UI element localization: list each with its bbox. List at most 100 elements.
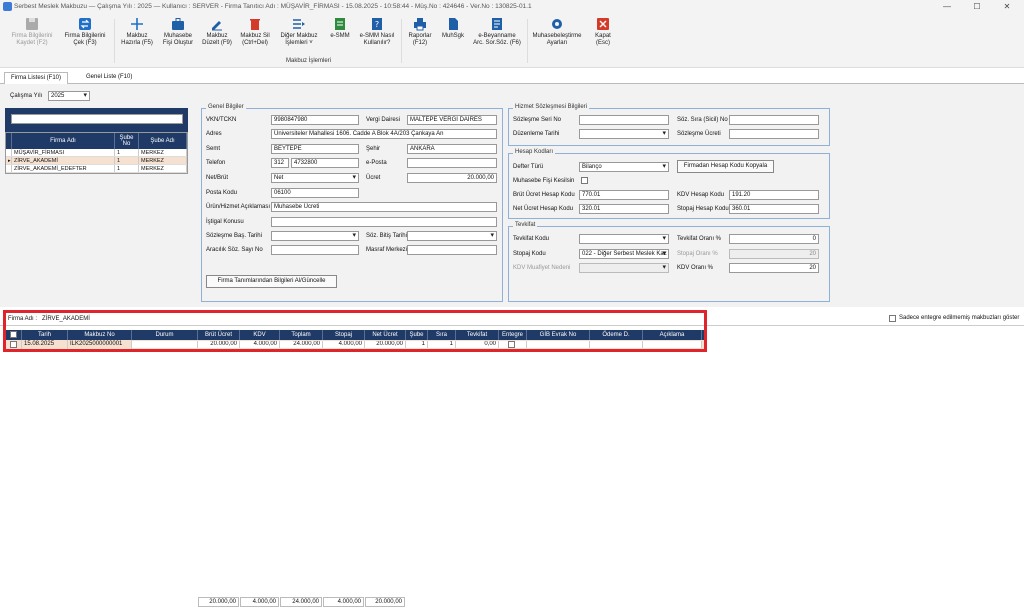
firma-grid: Firma Adı Şube No Şube Adı MÜŞAVİR_FİRMA… xyxy=(5,132,188,174)
ucret-label: Ücret xyxy=(366,175,381,181)
sozlesme-sira-input[interactable] xyxy=(729,115,819,125)
calisma-yili-label: Çalışma Yılı xyxy=(10,93,43,99)
toolbar-divider xyxy=(401,19,402,63)
col-sube-adi[interactable]: Şube Adı xyxy=(139,133,187,149)
muhasebe-ayar-label: Muhasebeleştirme Ayarları xyxy=(532,33,582,46)
vergi-dairesi-input[interactable]: MALTEPE VERGİ DAİRES xyxy=(407,115,497,125)
sozlesme-seri-input[interactable] xyxy=(579,115,669,125)
list-arrow-icon xyxy=(293,19,305,29)
stopaj-kodu-label: Stopaj Kodu xyxy=(513,251,546,257)
sozlesme-baslangic-select[interactable] xyxy=(271,231,359,241)
muhsgk-label: MuhSgk xyxy=(441,33,464,39)
form-icon xyxy=(492,18,502,30)
kapat-button[interactable]: Kapat (Esc) xyxy=(588,17,618,61)
hesap-kodu-kopyala-button[interactable]: Firmadan Hesap Kodu Kopyala xyxy=(677,160,774,173)
duzenleme-tarihi-label: Düzenleme Tarihi xyxy=(513,131,560,137)
semt-input[interactable]: BEYTEPE xyxy=(271,144,359,154)
table-row[interactable]: ZİRVE_AKADEMİ_EDEFTER 1 MERKEZ xyxy=(6,165,187,173)
net-brut-label: Net/Brüt xyxy=(206,175,229,181)
sozlesme-ucreti-input[interactable] xyxy=(729,129,819,139)
masraf-merkezi-input[interactable] xyxy=(407,245,497,255)
firma-cek-label: Firma Bilgilerini Çek (F3) xyxy=(64,33,106,46)
kdv-hesap-label: KDV Hesap Kodu xyxy=(677,192,725,198)
tab-firma-listesi[interactable]: Firma Listesi (F10) xyxy=(4,72,69,84)
esmm-button[interactable]: e-SMM xyxy=(326,17,354,61)
minimize-icon[interactable]: — xyxy=(932,1,962,12)
close-window-icon[interactable]: ✕ xyxy=(992,1,1022,12)
hesap-kodlari-legend: Hesap Kodları xyxy=(513,149,556,155)
brut-hesap-input[interactable]: 770.01 xyxy=(579,190,669,200)
makbuz-duzelt-label: Makbuz Düzelt (F9) xyxy=(202,33,232,46)
table-row-selected[interactable]: ▸ ZİRVE_AKADEMİ 1 MERKEZ xyxy=(6,157,187,165)
ebeyanname-label: e-Beyanname Arc. Sor.Söz. (F6) xyxy=(473,33,521,46)
net-brut-select[interactable]: Net xyxy=(271,173,359,183)
stopaj-orani-input: 20 xyxy=(729,249,819,259)
sozlesme-bitis-select[interactable] xyxy=(407,231,497,241)
kdv-orani-input[interactable]: 20 xyxy=(729,263,819,273)
refresh-icon xyxy=(79,18,91,30)
firma-search-input[interactable] xyxy=(11,114,183,124)
raporlar-label: Raporlar (F12) xyxy=(408,33,432,46)
app-icon xyxy=(3,2,12,11)
aracilik-sozlesme-input[interactable] xyxy=(271,245,359,255)
makbuz-sil-button[interactable]: Makbuz Sil (Ctrl+Del) xyxy=(236,17,274,61)
printer-icon xyxy=(414,18,426,31)
sozlesme-sira-label: Söz. Sıra (Sicil) No xyxy=(677,117,728,123)
muhasebe-ayar-button[interactable]: Muhasebeleştirme Ayarları xyxy=(529,17,585,61)
istigal-konusu-input[interactable] xyxy=(271,217,497,227)
firma-cek-button[interactable]: Firma Bilgilerini Çek (F3) xyxy=(60,17,110,61)
sozlesme-bitis-label: Söz. Bitiş Tarihi xyxy=(366,233,407,239)
makbuz-hazirla-button[interactable]: Makbuz Hazırla (F5) xyxy=(117,17,157,61)
makbuz-hazirla-label: Makbuz Hazırla (F5) xyxy=(121,33,153,46)
table-row[interactable]: MÜŞAVİR_FİRMASI 1 MERKEZ xyxy=(6,149,187,157)
window-title: Serbest Meslek Makbuzu — Çalışma Yılı : … xyxy=(14,3,532,10)
firma-bilgileri-al-button[interactable]: Firma Tanımlarından Bilgileri Al/Güncell… xyxy=(206,275,337,288)
sehir-label: Şehir xyxy=(366,146,381,152)
maximize-icon[interactable]: ☐ xyxy=(962,1,992,12)
tab-genel-liste[interactable]: Genel Liste (F10) xyxy=(80,72,138,84)
tevkifat-orani-input[interactable]: 0 xyxy=(729,234,819,244)
kdv-hesap-input[interactable]: 191.20 xyxy=(729,190,819,200)
firma-kaydet-button[interactable]: Firma Bilgilerini Kaydet (F2) xyxy=(6,17,58,61)
calisma-yili-select[interactable]: 2025 xyxy=(48,91,90,101)
adres-input[interactable]: Üniversiteler Mahallesi 1606. Cadde A Bl… xyxy=(271,129,497,139)
vkn-input[interactable]: 9980847980 xyxy=(271,115,359,125)
stopaj-kodu-select[interactable]: 022 - Diğer Serbest Meslek Kaz xyxy=(579,249,669,259)
tab-bar: Firma Listesi (F10) Genel Liste (F10) xyxy=(0,70,1024,84)
save-icon xyxy=(26,18,38,30)
raporlar-button[interactable]: Raporlar (F12) xyxy=(403,17,437,61)
defter-turu-select[interactable]: Bilanço xyxy=(579,162,669,172)
diger-islemler-button[interactable]: Diğer Makbuz İşlemleri ˅ xyxy=(275,17,323,61)
duzenleme-tarihi-select[interactable] xyxy=(579,129,669,139)
posta-kodu-input[interactable]: 06100 xyxy=(271,188,359,198)
esmm-nasil-label: e-SMM Nasıl Kullanılır? xyxy=(359,33,395,46)
adres-label: Adres xyxy=(206,131,222,137)
telefon-alan-kodu-input[interactable]: 312 xyxy=(271,158,289,168)
kapat-label: Kapat (Esc) xyxy=(595,33,611,46)
makbuz-duzelt-button[interactable]: Makbuz Düzelt (F9) xyxy=(199,17,235,61)
stopaj-hesap-input[interactable]: 360.01 xyxy=(729,204,819,214)
esmm-doc-icon xyxy=(335,18,345,30)
telefon-input[interactable]: 4732800 xyxy=(291,158,359,168)
muhasebe-fisi-kesilsin-checkbox[interactable] xyxy=(581,177,588,184)
muhasebe-fisi-kesilsin-label: Muhasebe Fişi Kesilsin xyxy=(513,178,575,184)
defter-turu-label: Defter Türü xyxy=(513,164,544,170)
sehir-input[interactable]: ANKARA xyxy=(407,144,497,154)
net-hesap-input[interactable]: 320.01 xyxy=(579,204,669,214)
tevkifat-kodu-select[interactable] xyxy=(579,234,669,244)
total-net: 20.000,00 xyxy=(365,597,405,607)
toolbar-divider xyxy=(527,19,528,63)
esmm-nasil-button[interactable]: ? e-SMM Nasıl Kullanılır? xyxy=(356,17,398,61)
urun-hizmet-input[interactable]: Muhasebe Ücreti xyxy=(271,202,497,212)
muhasebe-fisi-label: Muhasebe Fişi Oluştur xyxy=(162,33,194,46)
total-kdv: 4.000,00 xyxy=(240,597,279,607)
col-sube-no[interactable]: Şube No xyxy=(115,133,139,149)
ucret-input[interactable]: 20.000,00 xyxy=(407,173,497,183)
sadece-entegre-checkbox[interactable] xyxy=(889,315,896,322)
col-firma-adi[interactable]: Firma Adı xyxy=(12,133,115,149)
eposta-input[interactable] xyxy=(407,158,497,168)
ebeyanname-button[interactable]: e-Beyanname Arc. Sor.Söz. (F6) xyxy=(469,17,525,61)
muhsgk-button[interactable]: MuhSgk xyxy=(438,17,468,61)
telefon-label: Telefon xyxy=(206,160,226,166)
muhasebe-fisi-button[interactable]: Muhasebe Fişi Oluştur xyxy=(158,17,198,61)
